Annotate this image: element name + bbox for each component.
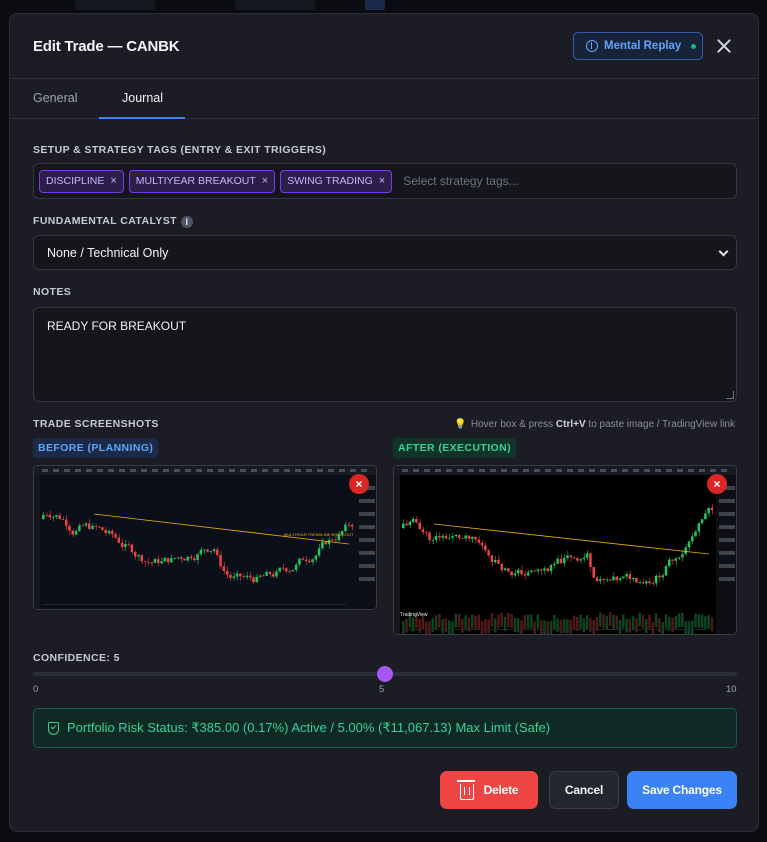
close-icon[interactable]	[714, 36, 734, 56]
remove-tag-icon[interactable]: ×	[110, 175, 116, 187]
after-screenshot[interactable]: TradingView ×	[393, 465, 737, 635]
hint-text: Hover box & press	[470, 419, 556, 430]
hint-text-suffix: to paste image / TradingView link	[585, 419, 735, 430]
before-chart-image: MULTIYEAR TRENDLINE BREAKOUT	[34, 466, 376, 609]
svg-text:TradingView: TradingView	[400, 612, 428, 618]
catalyst-label-text: FUNDAMENTAL CATALYST	[33, 215, 177, 227]
risk-status-text: Portfolio Risk Status: ₹385.00 (0.17%) A…	[67, 720, 551, 735]
trash-icon	[456, 779, 475, 800]
info-icon[interactable]: i	[180, 216, 193, 228]
catalyst-select[interactable]: None / Technical Only	[33, 235, 737, 270]
confidence-slider-thumb[interactable]	[377, 666, 393, 682]
notes-textarea[interactable]: READY FOR BREAKOUT	[33, 307, 737, 402]
remove-tag-icon[interactable]: ×	[379, 175, 385, 187]
delete-label: Delete	[483, 783, 519, 797]
remove-screenshot-icon[interactable]: ×	[707, 474, 727, 494]
status-dot-icon	[691, 43, 697, 49]
tag-chip: SWING TRADING ×	[280, 169, 393, 193]
tag-chip: MULTIYEAR BREAKOUT ×	[128, 169, 276, 193]
tags-placeholder[interactable]: Select strategy tags...	[403, 174, 518, 188]
tag-label: MULTIYEAR BREAKOUT	[135, 175, 256, 187]
tab-bar: General Journal	[10, 79, 758, 119]
notes-value: READY FOR BREAKOUT	[47, 319, 187, 333]
tag-label: SWING TRADING	[287, 175, 373, 187]
slider-min-label: 0	[33, 684, 39, 695]
catalyst-selected-value: None / Technical Only	[47, 246, 169, 260]
background-toolbar-item	[75, 0, 155, 10]
slider-max-label: 10	[726, 684, 737, 695]
screenshots-label: TRADE SCREENSHOTS	[33, 418, 159, 430]
svg-text:MULTIYEAR TRENDLINE BREAKOUT: MULTIYEAR TRENDLINE BREAKOUT	[284, 532, 354, 537]
strategy-tags-input[interactable]: DISCIPLINE × MULTIYEAR BREAKOUT × SWING TR…	[33, 163, 737, 199]
paste-hint: 💡 Hover box & press Ctrl+V to paste image…	[454, 419, 735, 430]
background-toolbar-item	[235, 0, 315, 10]
modal-title: Edit Trade — CANBK	[33, 38, 180, 55]
active-tab-indicator	[99, 117, 185, 119]
before-screenshot[interactable]: MULTIYEAR TRENDLINE BREAKOUT ×	[33, 465, 377, 610]
notes-label: NOTES	[33, 286, 72, 298]
tag-label: DISCIPLINE	[46, 175, 105, 187]
hint-key: Ctrl+V	[555, 419, 586, 430]
resize-handle-icon[interactable]	[726, 391, 734, 399]
before-label: BEFORE (PLANNING)	[33, 438, 159, 458]
portfolio-risk-banner: Portfolio Risk Status: ₹385.00 (0.17%) A…	[33, 708, 737, 748]
setup-tags-label: SETUP & STRATEGY TAGS (ENTRY & EXIT TRIG…	[33, 144, 327, 156]
after-label: AFTER (EXECUTION)	[393, 438, 516, 458]
tab-journal[interactable]: Journal	[122, 91, 163, 105]
confidence-label: CONFIDENCE: 5	[33, 652, 120, 664]
edit-trade-modal: Edit Trade — CANBK Mental Replay General…	[9, 13, 759, 832]
save-changes-button[interactable]: Save Changes	[627, 771, 737, 809]
remove-tag-icon[interactable]: ×	[262, 175, 268, 187]
brain-icon	[586, 40, 598, 52]
background-toolbar-item	[365, 0, 385, 10]
tab-general[interactable]: General	[33, 91, 77, 105]
slider-mid-label: 5	[379, 684, 385, 695]
delete-button[interactable]: Delete	[440, 771, 538, 809]
chevron-down-icon	[718, 246, 729, 257]
remove-screenshot-icon[interactable]: ×	[349, 474, 369, 494]
cancel-button[interactable]: Cancel	[549, 771, 619, 809]
catalyst-label: FUNDAMENTAL CATALYST i	[33, 215, 193, 228]
mental-replay-label: Mental Replay	[604, 40, 682, 52]
lightbulb-icon: 💡	[454, 419, 467, 430]
after-chart-image: TradingView	[394, 466, 736, 634]
tag-chip: DISCIPLINE ×	[39, 169, 124, 193]
modal-header: Edit Trade — CANBK Mental Replay	[10, 14, 758, 79]
mental-replay-button[interactable]: Mental Replay	[573, 32, 703, 60]
shield-check-icon	[48, 721, 59, 735]
